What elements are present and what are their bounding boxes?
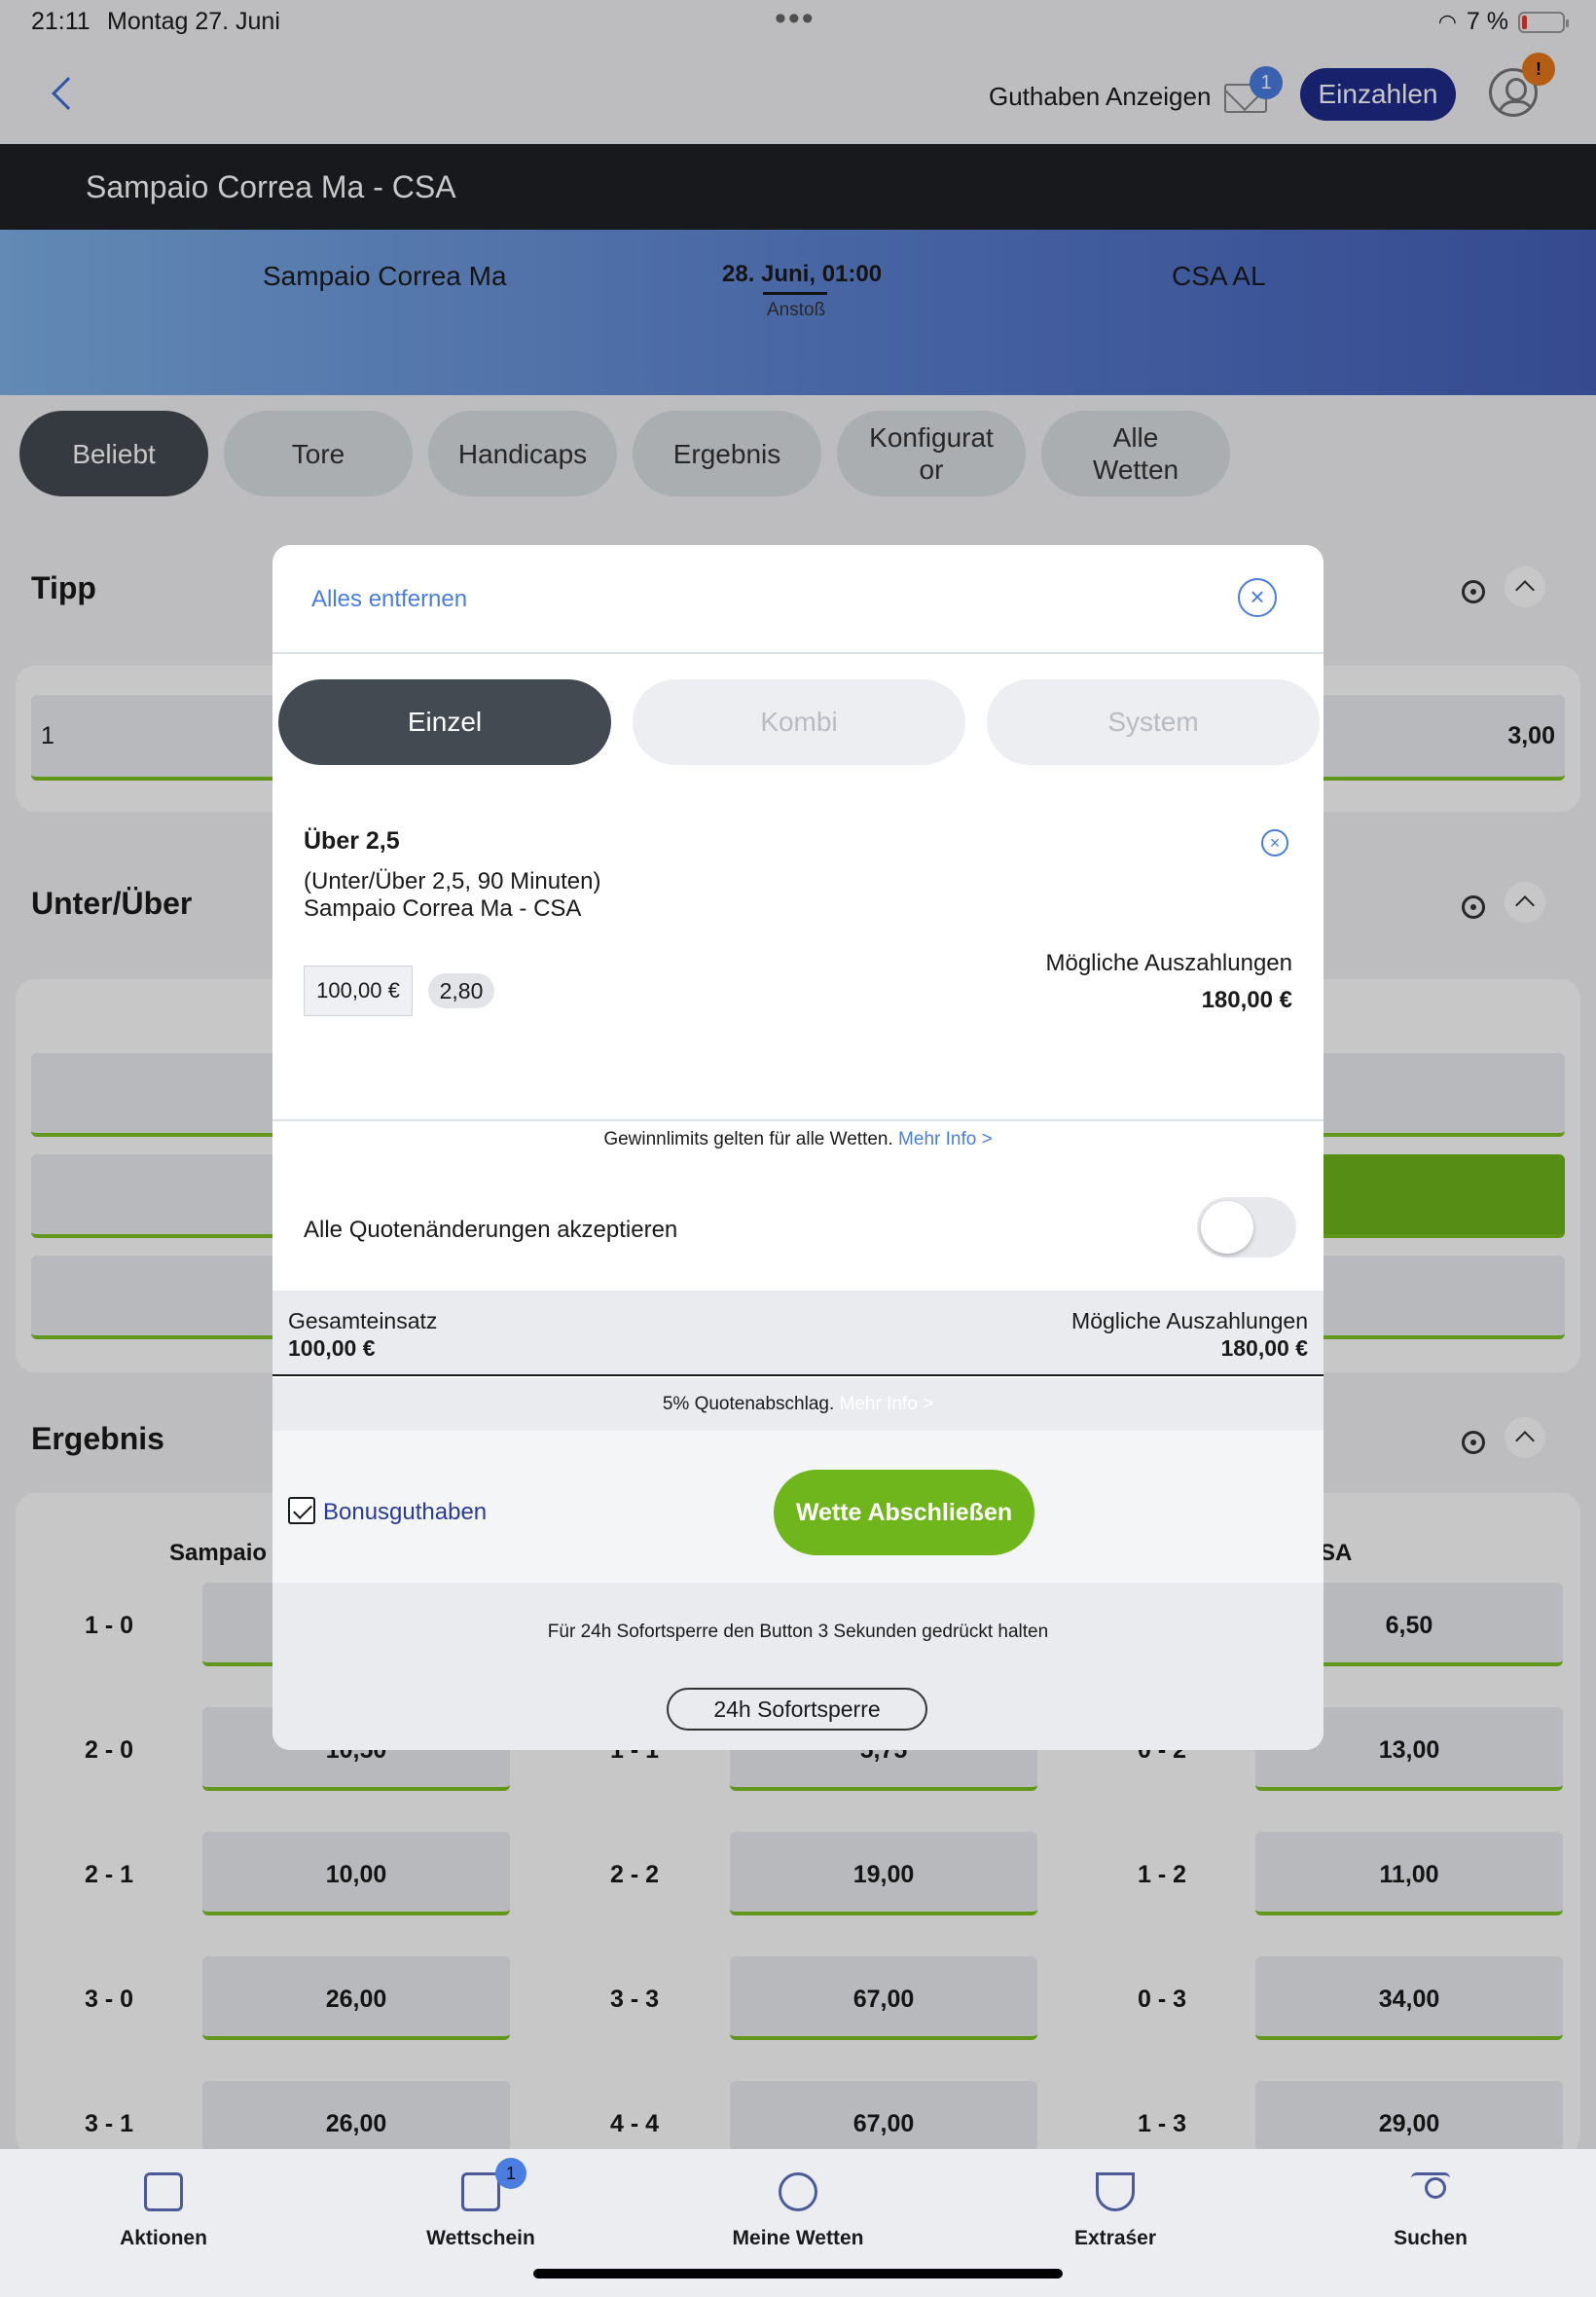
- gift-icon: [144, 2172, 183, 2211]
- discount-text: 5% Quotenabschlag.: [662, 1394, 835, 1414]
- nav-label: Extraśer: [1073, 2227, 1157, 2249]
- selection-payout-value: 180,00 €: [1201, 987, 1292, 1013]
- trophy-icon: [1096, 2172, 1135, 2211]
- selection-odds: 2,80: [428, 973, 494, 1008]
- selection-payout-label: Mögliche Auszahlungen: [1045, 950, 1292, 976]
- more-info-link[interactable]: Mehr Info >: [898, 1129, 993, 1149]
- betslip-dialog: Alles entfernen × Einzel Kombi System Üb…: [272, 545, 1324, 1750]
- divider: [272, 652, 1324, 654]
- betslip-badge: 1: [495, 2158, 526, 2189]
- win-limits-note: Gewinnlimits gelten für alle Wetten. Meh…: [272, 1129, 1324, 1150]
- total-payout-value: 180,00 €: [1220, 1335, 1308, 1361]
- stake-input[interactable]: [304, 966, 413, 1016]
- totals-bar: Gesamteinsatz 100,00 € Mögliche Auszahlu…: [272, 1291, 1324, 1376]
- remove-selection-icon[interactable]: ×: [1261, 829, 1288, 857]
- selection-market: (Unter/Über 2,5, 90 Minuten): [304, 868, 601, 894]
- nav-label: Aktionen: [120, 2227, 207, 2249]
- accept-changes-label: Alle Quotenänderungen akzeptieren: [304, 1217, 678, 1243]
- selection-title: Über 2,5: [304, 827, 400, 855]
- nav-meine-wetten[interactable]: Meine Wetten: [701, 2172, 895, 2250]
- mode-system-button[interactable]: System: [987, 679, 1320, 765]
- action-row: Bonusguthaben Wette Abschließen: [272, 1431, 1324, 1583]
- nav-label: Wettschein: [426, 2227, 535, 2249]
- betslip-icon: 1: [461, 2158, 526, 2211]
- close-icon[interactable]: ×: [1238, 578, 1277, 617]
- bonus-label[interactable]: Bonusguthaben: [323, 1499, 487, 1526]
- bonus-checkbox[interactable]: [288, 1497, 315, 1524]
- nav-wettschein[interactable]: 1 Wettschein: [383, 2158, 578, 2250]
- accept-changes-toggle[interactable]: [1197, 1197, 1296, 1258]
- discount-more-info-link[interactable]: Mehr Info >: [840, 1394, 934, 1414]
- self-exclusion-row: Für 24h Sofortsperre den Button 3 Sekund…: [272, 1583, 1324, 1750]
- remove-all-link[interactable]: Alles entfernen: [311, 586, 467, 613]
- win-limits-text: Gewinnlimits gelten für alle Wetten.: [603, 1129, 893, 1149]
- mode-einzel-button[interactable]: Einzel: [278, 679, 611, 765]
- nav-suchen[interactable]: Suchen: [1333, 2172, 1528, 2250]
- total-stake-label: Gesamteinsatz: [288, 1308, 438, 1333]
- divider: [272, 1119, 1324, 1121]
- my-bets-icon: [779, 2172, 817, 2211]
- search-icon: [1411, 2172, 1450, 2211]
- total-payout-label: Mögliche Auszahlungen: [1071, 1308, 1308, 1333]
- total-stake-value: 100,00 €: [288, 1335, 376, 1361]
- mode-kombi-button[interactable]: Kombi: [633, 679, 965, 765]
- self-exclusion-hint: Für 24h Sofortsperre den Button 3 Sekund…: [547, 1622, 1049, 1642]
- odds-discount-note: 5% Quotenabschlag. Mehr Info >: [272, 1378, 1324, 1431]
- home-indicator[interactable]: [533, 2269, 1063, 2279]
- nav-aktionen[interactable]: Aktionen: [66, 2172, 261, 2250]
- nav-extras[interactable]: Extraśer: [1018, 2172, 1213, 2250]
- self-exclusion-button[interactable]: 24h Sofortsperre: [667, 1688, 927, 1731]
- nav-label: Meine Wetten: [732, 2227, 864, 2249]
- place-bet-button[interactable]: Wette Abschließen: [774, 1470, 1034, 1555]
- nav-label: Suchen: [1394, 2227, 1468, 2249]
- selection-match: Sampaio Correa Ma - CSA: [304, 895, 582, 922]
